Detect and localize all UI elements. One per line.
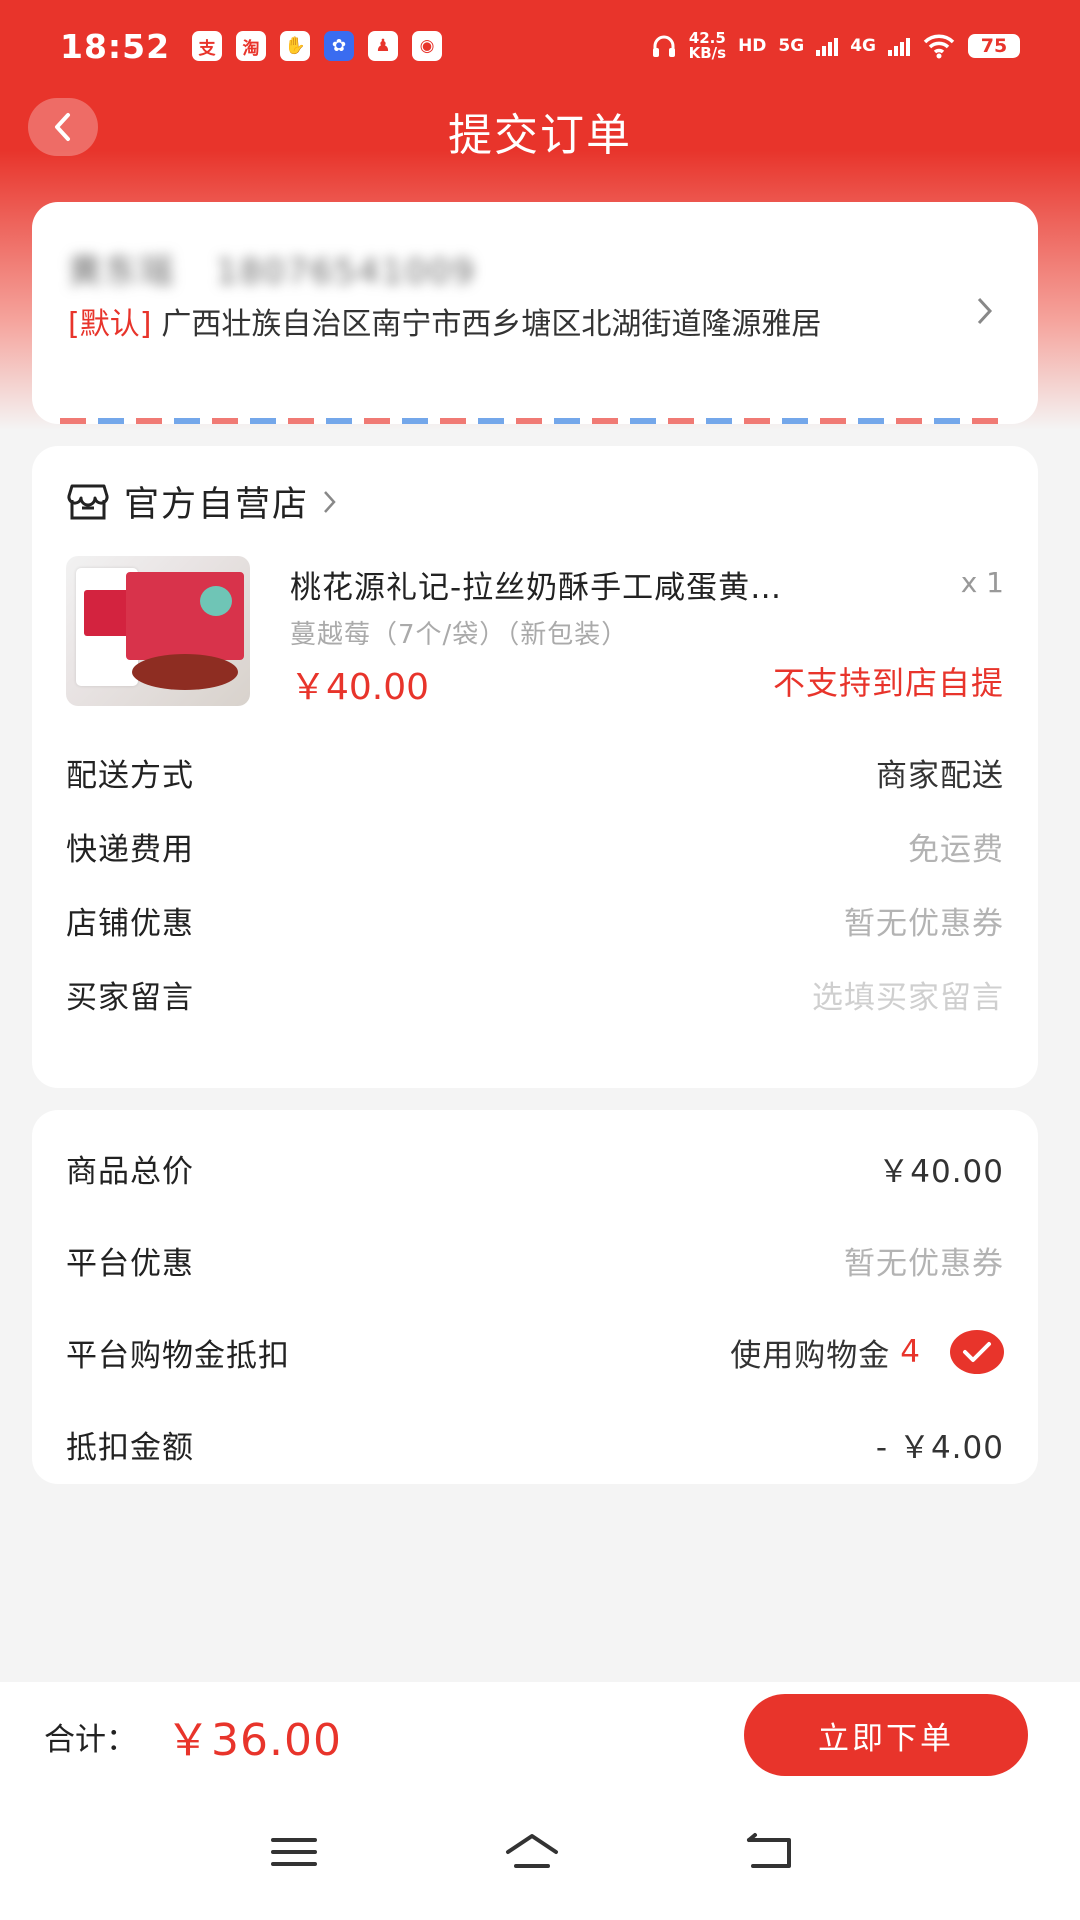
wifi-icon <box>923 34 955 59</box>
signal-5g-icon <box>816 36 839 56</box>
shopping-credit-control: 使用购物金 4 <box>730 1330 1004 1375</box>
battery-indicator: 75 <box>968 34 1020 58</box>
product-quantity: x 1 <box>960 566 1004 599</box>
goods-total-value: ￥40.00 <box>878 1153 1004 1190</box>
shopping-credit-checkbox[interactable] <box>950 1330 1004 1374</box>
row-label: 快递费用 <box>66 831 194 868</box>
signal-4g-icon <box>888 36 910 56</box>
delivery-method-value: 商家配送 <box>876 757 1004 794</box>
eye-app-icon: ◉ <box>412 31 443 61</box>
network-5g-label: 5G <box>778 36 805 56</box>
goods-total-row: 商品总价 ￥40.00 <box>66 1138 1004 1198</box>
buyer-message-row: 买家留言 选填买家留言 <box>66 964 1004 1024</box>
back-nav-icon <box>747 1833 791 1868</box>
chevron-right-icon <box>977 297 993 325</box>
deduction-row: 抵扣金额 - ￥4.00 <box>66 1414 1004 1474</box>
system-nav-bar <box>0 1790 1080 1920</box>
home-icon <box>506 1834 558 1868</box>
recipient-info: 黄东瑶 18076541009 <box>68 244 476 293</box>
nav-bar: 提交订单 <box>0 92 1080 202</box>
row-label: 平台优惠 <box>66 1245 194 1282</box>
shop-name: 官方自营店 <box>124 485 310 525</box>
headphones-icon <box>652 35 675 57</box>
total-amount: ￥36.00 <box>166 1715 342 1766</box>
menu-icon <box>271 1838 317 1866</box>
pickup-notice: 不支持到店自提 <box>772 664 1004 702</box>
platform-coupon-row[interactable]: 平台优惠 暂无优惠券 <box>66 1230 1004 1290</box>
row-label: 抵扣金额 <box>66 1429 194 1466</box>
page-title: 提交订单 <box>448 110 632 161</box>
back-button[interactable] <box>28 98 98 156</box>
qq-icon: ♟ <box>368 31 399 61</box>
product-spec: 蔓越莓（7个/袋）（新包装） <box>290 620 629 650</box>
net-speed: 42.5 KB/s <box>688 29 727 62</box>
product-price: ￥40.00 <box>290 667 430 708</box>
shop-coupon-value: 暂无优惠券 <box>844 905 1004 942</box>
store-icon <box>67 484 109 519</box>
status-indicators: 42.5 KB/s HD 5G 4G 75 <box>651 31 1020 61</box>
shipping-fee-value: 免运费 <box>908 831 1004 868</box>
address-detail: [默认] 广西壮族自治区南宁市西乡塘区北湖街道隆源雅居 <box>68 304 968 346</box>
checkmark-icon <box>963 1342 991 1362</box>
status-bar: 18:52 支 淘 ✋ ✿ ♟ ◉ 42.5 KB/s HD 5G 4G 75 <box>0 0 1080 92</box>
address-envelope-stripe <box>60 418 1010 424</box>
row-label: 配送方式 <box>66 757 194 794</box>
row-label: 店铺优惠 <box>66 905 194 942</box>
row-label: 买家留言 <box>66 979 194 1016</box>
address-card[interactable]: 黄东瑶 18076541009 [默认] 广西壮族自治区南宁市西乡塘区北湖街道隆源雅… <box>32 202 1038 424</box>
shopping-credit-row: 平台购物金抵扣 使用购物金 4 <box>66 1322 1004 1382</box>
chevron-right-icon <box>324 490 336 513</box>
shopping-credit-label: 使用购物金 <box>730 1337 891 1374</box>
recipient-name: 黄东瑶 <box>68 252 176 292</box>
product-title[interactable]: 桃花源礼记-拉丝奶酥手工咸蛋黄… <box>290 562 930 607</box>
product-image[interactable] <box>66 556 250 706</box>
shop-header[interactable]: 官方自营店 <box>66 476 339 527</box>
menu-button[interactable] <box>264 1826 324 1878</box>
hd-indicator: HD <box>738 36 767 56</box>
status-time: 18:52 <box>60 26 171 66</box>
bottom-bar: 合计： ￥36.00 立即下单 <box>0 1682 1080 1790</box>
alipay-icon: 支 <box>192 31 223 61</box>
home-button[interactable] <box>502 1826 562 1878</box>
taobao-icon: 淘 <box>236 31 267 61</box>
shop-coupon-row[interactable]: 店铺优惠 暂无优惠券 <box>66 890 1004 950</box>
platform-coupon-value: 暂无优惠券 <box>844 1245 1004 1282</box>
flower-app-icon: ✿ <box>324 31 355 61</box>
submit-order-button[interactable]: 立即下单 <box>744 1694 1028 1776</box>
network-4g-label: 4G <box>850 36 876 56</box>
shop-card: 官方自营店 桃花源礼记-拉丝奶酥手工咸蛋黄… x 1 蔓越莓（7个/袋）（新包装… <box>32 446 1038 1088</box>
buyer-message-input[interactable]: 选填买家留言 <box>812 972 1004 1017</box>
back-nav-button[interactable] <box>740 1826 800 1878</box>
address-text: 广西壮族自治区南宁市西乡塘区北湖街道隆源雅居 <box>161 307 822 342</box>
row-label: 商品总价 <box>66 1153 194 1190</box>
default-tag: [默认] <box>68 307 152 342</box>
total-label: 合计： <box>44 1721 137 1758</box>
deduction-value: - ￥4.00 <box>875 1429 1004 1466</box>
recipient-phone: 18076541009 <box>216 252 476 292</box>
row-label: 平台购物金抵扣 <box>66 1337 290 1374</box>
delivery-method-row[interactable]: 配送方式 商家配送 <box>66 742 1004 802</box>
back-arrow-icon <box>55 113 70 141</box>
status-app-icons: 支 淘 ✋ ✿ ♟ ◉ <box>192 31 443 61</box>
hand-app-icon: ✋ <box>280 31 311 61</box>
shopping-credit-amount: 4 <box>900 1334 920 1370</box>
summary-card: 商品总价 ￥40.00 平台优惠 暂无优惠券 平台购物金抵扣 使用购物金 4 抵… <box>32 1110 1038 1484</box>
shipping-fee-row: 快递费用 免运费 <box>66 816 1004 876</box>
